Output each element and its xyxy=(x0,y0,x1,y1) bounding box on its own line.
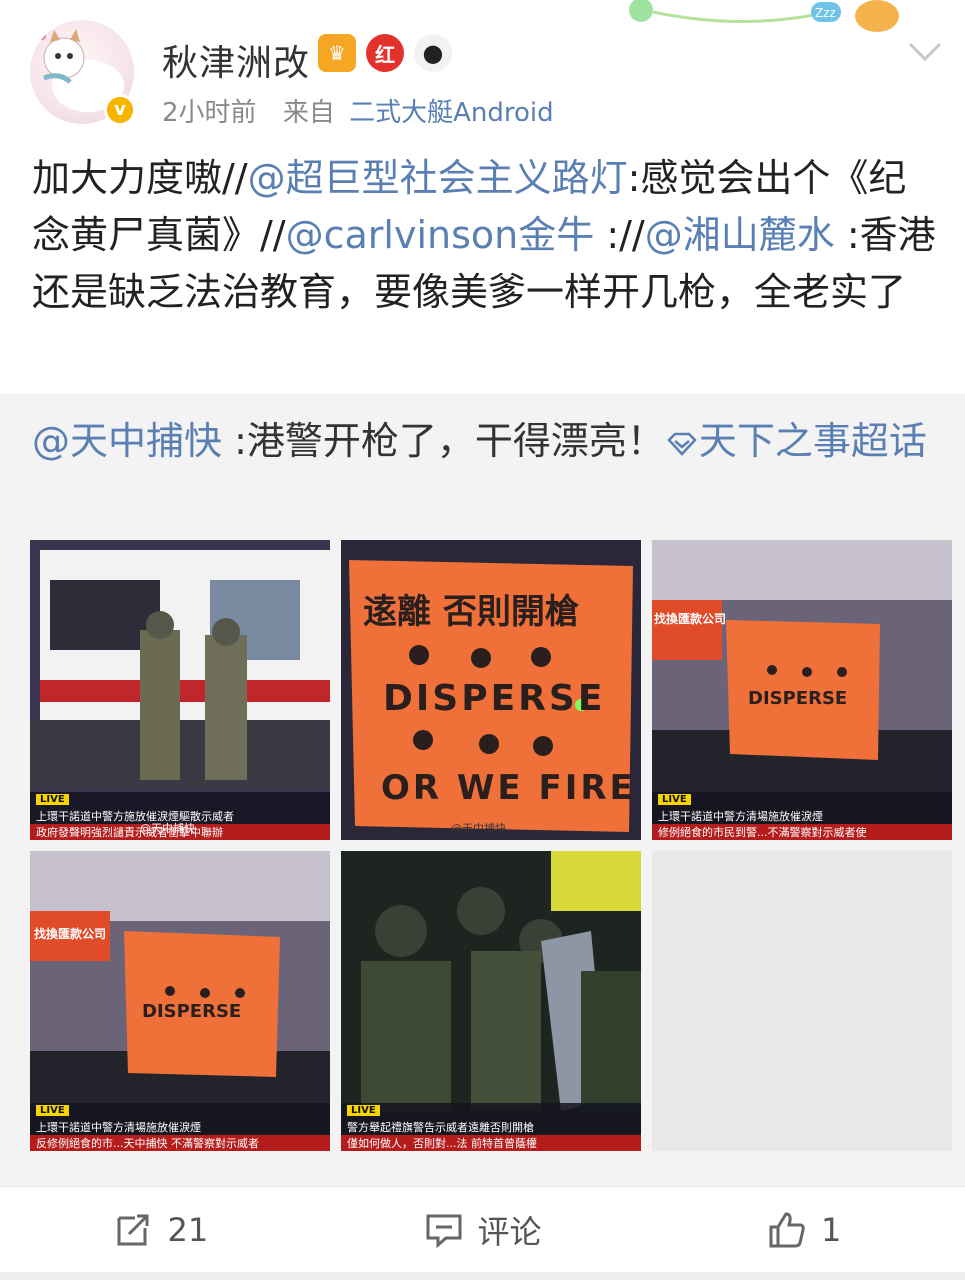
live-tag: LIVE xyxy=(658,794,691,805)
username[interactable]: 秋津洲改 xyxy=(162,34,310,86)
news-ticker: LIVE 上環干諾道中警方清場施放催淚煙 反修例絕食的市...天中捕快 不滿警察… xyxy=(30,1103,330,1151)
mention-link[interactable]: @carlvinson金牛 xyxy=(286,213,595,257)
mention-link[interactable]: @超巨型社会主义路灯 xyxy=(248,156,628,200)
ticker-text: 上環干諾道中警方施放催淚煙驅散示威者 xyxy=(36,810,234,823)
weibo-post-page: Zzz v 秋津洲改 ♛ 红 ● 2小时前 来自 二式大艇Android 加大力… xyxy=(0,0,965,1280)
shop-sign: 找換匯款公司 xyxy=(654,612,727,626)
chevron-down-icon[interactable] xyxy=(907,40,943,64)
post-header: Zzz v 秋津洲改 ♛ 红 ● 2小时前 来自 二式大艇Android xyxy=(0,0,965,140)
diamond-icon xyxy=(667,432,697,456)
user-badges: ♛ 红 ● xyxy=(318,34,452,72)
svg-text:Zzz: Zzz xyxy=(815,6,836,20)
super-topic-label: 天下之事超话 xyxy=(698,419,927,463)
post-meta: 2小时前 来自 二式大艇Android xyxy=(162,92,554,129)
news-ticker: LIVE 警方舉起禮旗警告示威者遠離否則開槍 僅如何做人，否則對...法 前特首… xyxy=(341,1103,641,1151)
ticker-text: 警方舉起禮旗警告示威者遠離否則開槍 xyxy=(347,1121,534,1134)
super-topic-link[interactable]: 天下之事超话 xyxy=(665,419,927,463)
ticker-text: 上環干諾道中警方清場施放催淚煙 xyxy=(36,1121,201,1134)
shop-sign: 找換匯款公司 xyxy=(34,927,107,941)
source-prefix: 来自 xyxy=(282,98,335,128)
text-segment: :港警开枪了，干得漂亮！ xyxy=(222,419,665,463)
vip-crown-icon[interactable]: ♛ xyxy=(318,34,356,72)
ticker-bottom-text: 修例絕食的市民到警...不滿警察對示威者使 xyxy=(652,824,952,840)
post-image[interactable]: LIVE 上環干諾道中警方施放催淚煙驅散示威者 政府發聲明強烈譴責示威者衝擊中聯… xyxy=(30,540,330,840)
text-segment: 加大力度嗷// xyxy=(32,156,248,200)
mention-link[interactable]: @天中捕快 xyxy=(32,419,222,463)
repost-icon xyxy=(117,1214,149,1245)
retweet-block[interactable]: @天中捕快 :港警开枪了，干得漂亮！ 天下之事超话 LIVE 上環干諾道中警方施… xyxy=(0,394,965,1186)
news-ticker: LIVE 上環干諾道中警方清場施放催淚煙 修例絕食的市民到警...不滿警察對示威… xyxy=(652,792,952,840)
mention-link[interactable]: @湘山麓水 xyxy=(645,213,835,257)
repost-count: 21 xyxy=(167,1210,209,1249)
text-segment: :// xyxy=(594,213,645,257)
image-watermark: @天中捕快 xyxy=(451,822,506,835)
banner-text-mid: DISPERSE xyxy=(142,1001,242,1022)
post-image[interactable]: 找換匯款公司 DISPERSE LIVE 上環干諾道中警方清場施放催淚煙 反修例… xyxy=(30,851,330,1151)
banner-text-top: 逺離 否則開槍 xyxy=(363,592,579,632)
empty-grid-cell xyxy=(652,851,952,1151)
post-source[interactable]: 二式大艇Android xyxy=(349,98,554,128)
ticker-bottom-text: 反修例絕食的市...天中捕快 不滿警察對示威者 xyxy=(30,1135,330,1151)
banner-text-mid: DISPERSE xyxy=(748,688,848,709)
comment-button[interactable]: 评论 xyxy=(322,1187,644,1272)
live-tag: LIVE xyxy=(36,1105,69,1116)
image-watermark: @天中捕快 xyxy=(140,822,195,835)
post-image[interactable]: 逺離 否則開槍 DISPERSE OR WE FIRE @天中捕快 xyxy=(341,540,641,840)
post-image[interactable]: 找換匯款公司 DISPERSE LIVE 上環干諾道中警方清場施放催淚煙 修例絕… xyxy=(652,540,952,840)
post-time: 2小时前 xyxy=(162,98,257,128)
like-button[interactable]: 1 xyxy=(643,1187,965,1272)
comment-icon xyxy=(426,1214,461,1248)
banner-text-bottom: OR WE FIRE xyxy=(381,768,636,808)
user-avatar[interactable]: v xyxy=(22,12,140,130)
bottom-strip xyxy=(0,1272,965,1280)
verified-badge-icon: v xyxy=(104,94,136,126)
repost-button[interactable]: 21 xyxy=(0,1187,322,1272)
post-text: 加大力度嗷//@超巨型社会主义路灯:感觉会出个《纪念黄尸真菌》//@carlvi… xyxy=(32,150,942,321)
comment-label: 评论 xyxy=(477,1212,542,1251)
live-tag: LIVE xyxy=(347,1105,380,1116)
red-badge-icon[interactable]: 红 xyxy=(366,34,404,72)
action-bar: 21 评论 1 xyxy=(0,1187,965,1272)
panda-icon[interactable]: ● xyxy=(414,34,452,72)
like-count: 1 xyxy=(821,1210,842,1249)
thumbs-up-icon xyxy=(769,1211,805,1247)
post-image[interactable]: LIVE 警方舉起禮旗警告示威者遠離否則開槍 僅如何做人，否則對...法 前特首… xyxy=(341,851,641,1151)
ticker-bottom-text: 僅如何做人，否則對...法 前特首曾蔭權 xyxy=(341,1135,641,1151)
retweet-text: @天中捕快 :港警开枪了，干得漂亮！ 天下之事超话 xyxy=(32,414,937,468)
decorative-yarn-cat-icon: Zzz xyxy=(629,0,899,32)
banner-text-mid: DISPERSE xyxy=(383,678,606,719)
live-tag: LIVE xyxy=(36,794,69,805)
ticker-text: 上環干諾道中警方清場施放催淚煙 xyxy=(658,810,823,823)
